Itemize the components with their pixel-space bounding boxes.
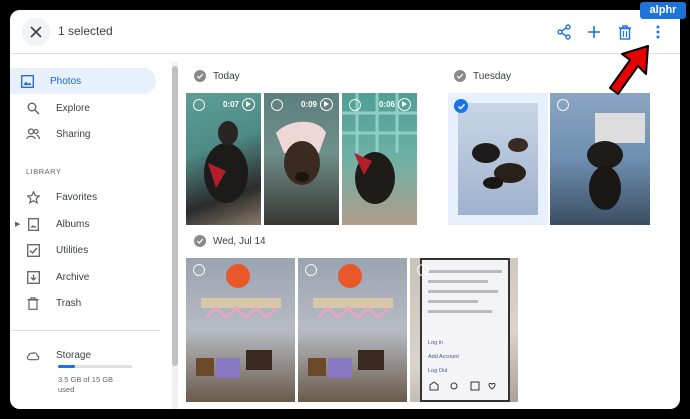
photos-icon [20, 74, 34, 88]
sidebar-item-sharing[interactable]: Sharing [16, 121, 156, 147]
sidebar-item-trash[interactable]: Trash [16, 290, 156, 316]
dog-photo [204, 121, 248, 203]
phone-link: Log Out [428, 368, 448, 374]
date-group-label: Tuesday [473, 70, 511, 82]
play-icon [242, 98, 255, 111]
sidebar-item-utilities[interactable]: Utilities [16, 237, 156, 263]
sidebar-item-label: Albums [56, 218, 90, 230]
more-vert-icon [656, 25, 660, 39]
phone-nav-icons [429, 381, 496, 391]
selected-count: 1 selected [58, 24, 113, 38]
selected-check-icon[interactable] [454, 99, 468, 113]
select-circle[interactable] [557, 99, 569, 111]
delete-button[interactable] [615, 22, 635, 42]
phone-link: Log in [428, 340, 443, 346]
close-selection-button[interactable] [22, 18, 50, 46]
date-group-wed-jul-14[interactable]: Wed, Jul 14 [194, 235, 266, 247]
share-icon [557, 24, 571, 40]
select-circle[interactable] [271, 99, 283, 111]
google-photos-window: 1 selected Photos Explore Sharing LIBRAR… [10, 10, 680, 409]
sidebar-item-albums[interactable]: Albums [16, 211, 156, 237]
close-icon [30, 26, 42, 38]
album-icon [26, 217, 40, 231]
red-arrow-annotation-icon [609, 45, 649, 95]
select-circle[interactable] [417, 264, 429, 276]
add-icon [588, 26, 600, 38]
photo-thumbnail[interactable] [550, 93, 650, 225]
play-icon [398, 98, 411, 111]
date-group-tuesday[interactable]: Tuesday [454, 70, 511, 82]
sidebar: Photos Explore Sharing LIBRARY Favorites… [10, 54, 166, 409]
storage-used-text: 3.5 GB of 15 GB [58, 375, 114, 384]
select-circle[interactable] [305, 264, 317, 276]
scrollbar-thumb[interactable] [172, 66, 178, 366]
archive-icon [26, 270, 40, 284]
birthday-party-photo [196, 264, 281, 378]
photos-scrollbar[interactable] [172, 62, 178, 409]
add-to-button[interactable] [584, 22, 604, 42]
sidebar-item-label: Trash [56, 297, 82, 309]
selection-toolbar: 1 selected [10, 10, 680, 54]
more-options-button[interactable] [648, 22, 668, 42]
sidebar-item-archive[interactable]: Archive [16, 264, 156, 290]
date-group-today[interactable]: Today [194, 70, 240, 82]
video-thumbnail[interactable]: 0:09 [264, 93, 339, 225]
sidebar-item-label: Archive [56, 271, 90, 283]
storage-used-text-2: used [58, 385, 75, 394]
photo-thumbnail[interactable] [298, 258, 407, 402]
sidebar-divider [10, 330, 160, 331]
utilities-icon [26, 243, 40, 257]
trash-icon [26, 296, 40, 310]
video-duration: 0:06 [378, 100, 395, 109]
photo-thumbnail[interactable]: Log in Add Account Log Out [410, 258, 518, 402]
select-circle[interactable] [193, 264, 205, 276]
phone-link: Add Account [428, 354, 459, 360]
alphr-watermark-logo: alphr [640, 2, 686, 19]
dogs-photo [458, 103, 538, 215]
dog-photo [342, 93, 417, 204]
sidebar-item-explore[interactable]: Explore [16, 95, 156, 121]
select-circle[interactable] [349, 99, 361, 111]
sidebar-item-label: Utilities [56, 244, 89, 256]
select-group-check-icon[interactable] [454, 70, 466, 82]
birthday-party-photo [308, 264, 393, 378]
storage-progress-fill [58, 365, 76, 368]
video-duration: 0:07 [222, 100, 239, 109]
people-icon [26, 127, 40, 141]
star-icon [26, 190, 40, 204]
cloud-icon [26, 348, 40, 362]
trash-icon [619, 24, 631, 40]
search-icon [26, 101, 40, 115]
sidebar-item-label: Storage [56, 349, 92, 361]
sidebar-item-favorites[interactable]: Favorites [16, 184, 156, 210]
sidebar-item-label: Photos [50, 75, 82, 87]
video-thumbnail[interactable]: 0:06 [342, 93, 417, 225]
sidebar-item-label: Explore [56, 102, 90, 114]
video-duration: 0:09 [300, 100, 317, 109]
select-circle[interactable] [193, 99, 205, 111]
phone-screenshot: Log in Add Account Log Out [420, 258, 510, 402]
date-group-label: Today [213, 70, 240, 82]
date-group-label: Wed, Jul 14 [213, 235, 266, 247]
photo-thumbnail[interactable] [186, 258, 295, 402]
video-thumbnail[interactable]: 0:07 [186, 93, 261, 225]
sidebar-item-label: Sharing [56, 128, 91, 140]
storage-progress-bar [58, 365, 132, 368]
select-group-check-icon[interactable] [194, 235, 206, 247]
sidebar-item-label: Favorites [56, 191, 98, 203]
play-icon [320, 98, 333, 111]
library-section-label: LIBRARY [26, 167, 62, 176]
share-button[interactable] [554, 22, 574, 42]
sidebar-item-photos[interactable]: Photos [10, 68, 156, 94]
dog-photo [276, 121, 326, 185]
photo-thumbnail-selected[interactable] [448, 93, 548, 225]
dogs-on-bed-photo [587, 113, 645, 210]
select-group-check-icon[interactable] [194, 70, 206, 82]
